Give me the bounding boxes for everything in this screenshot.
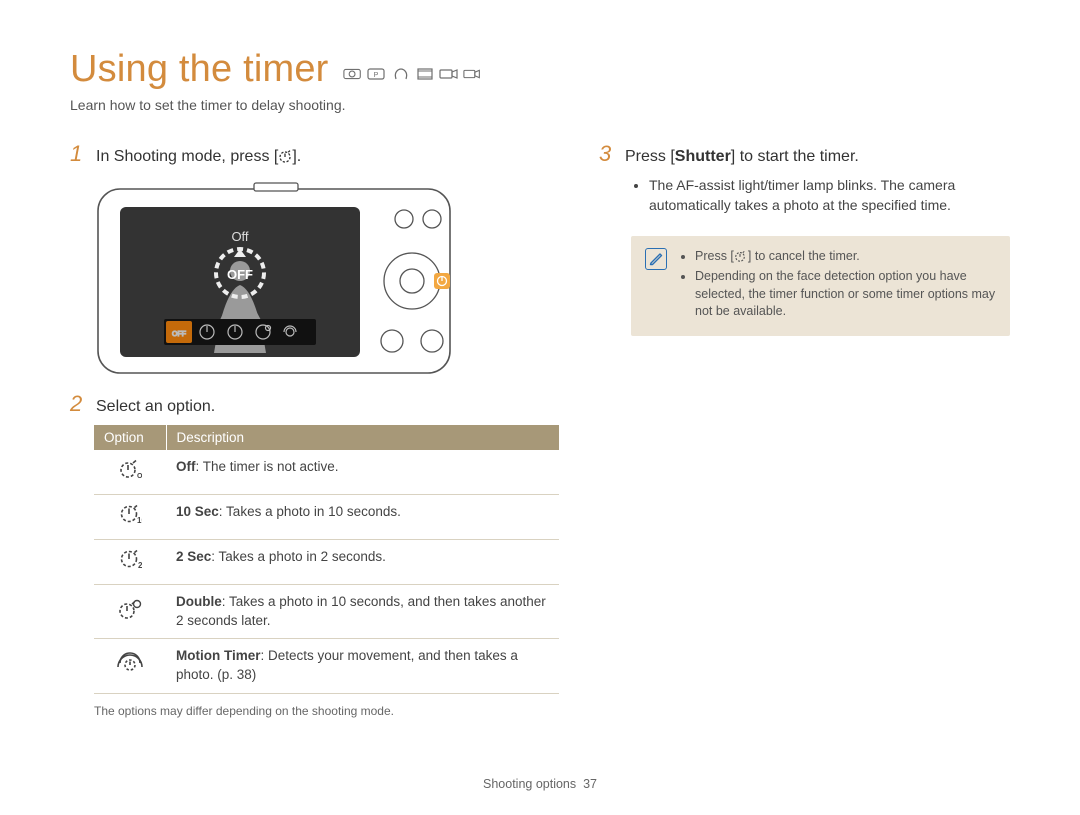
th-option: Option	[94, 425, 166, 450]
table-row: OFF Off: The timer is not active.	[94, 450, 559, 494]
options-table: Option Description OFF Off: The timer is…	[94, 425, 559, 694]
timer-double-icon	[117, 598, 143, 620]
step-3-text: Press [Shutter] to start the timer.	[625, 148, 859, 166]
page-title: Using the timer	[70, 48, 329, 91]
svg-text:2: 2	[138, 561, 142, 570]
info-box: Press [] to cancel the timer. Depending …	[631, 236, 1010, 336]
mode-smart-movie-icon	[463, 67, 483, 81]
th-description: Description	[166, 425, 559, 450]
mode-program-icon: P	[367, 67, 387, 81]
step-3-bullets: The AF-assist light/timer lamp blinks. T…	[631, 175, 1010, 216]
timer-10sec-icon: 10	[118, 503, 142, 525]
mode-scene-icon	[415, 67, 435, 81]
step-3: 3 Press [Shutter] to start the timer.	[599, 141, 1010, 167]
page-subtitle: Learn how to set the timer to delay shoo…	[70, 97, 1010, 113]
timer-motion-icon	[116, 652, 144, 674]
svg-text:OFF: OFF	[227, 267, 253, 282]
options-footnote: The options may differ depending on the …	[94, 704, 559, 718]
step-3-number: 3	[599, 141, 617, 167]
step-1-number: 1	[70, 141, 88, 167]
timer-off-icon: OFF	[118, 458, 142, 480]
mode-movie-icon	[439, 67, 459, 81]
title-row: Using the timer P	[70, 48, 1010, 91]
step-2: 2 Select an option.	[70, 391, 559, 417]
left-column: 1 In Shooting mode, press [].	[70, 137, 559, 718]
svg-text:OFF: OFF	[137, 473, 142, 480]
step-1: 1 In Shooting mode, press [].	[70, 141, 559, 167]
info-item: Press [] to cancel the timer.	[695, 248, 996, 266]
svg-text:OFF: OFF	[172, 331, 186, 338]
table-row: Motion Timer: Detects your movement, and…	[94, 639, 559, 694]
timer-icon	[734, 250, 748, 264]
table-row: Double: Takes a photo in 10 seconds, and…	[94, 584, 559, 639]
mode-dual-icon	[391, 67, 411, 81]
camera-illustration: Off OFF OFF	[94, 181, 454, 381]
mode-icons-row: P	[343, 67, 483, 81]
svg-text:P: P	[373, 72, 378, 79]
page-footer: Shooting options 37	[0, 777, 1080, 791]
step-3-bullet: The AF-assist light/timer lamp blinks. T…	[649, 175, 1006, 216]
step-2-text: Select an option.	[96, 398, 215, 416]
step-2-number: 2	[70, 391, 88, 417]
svg-text:10: 10	[137, 516, 142, 525]
info-item: Depending on the face detection option y…	[695, 268, 996, 321]
step-1-text: In Shooting mode, press [].	[96, 148, 301, 166]
table-row: 2 2 Sec: Takes a photo in 2 seconds.	[94, 539, 559, 584]
screen-selected-label: Off	[231, 229, 248, 244]
footer-page-number: 37	[583, 777, 597, 791]
note-icon	[645, 248, 667, 270]
timer-icon	[278, 149, 292, 163]
footer-section: Shooting options	[483, 777, 576, 791]
right-column: 3 Press [Shutter] to start the timer. Th…	[599, 137, 1010, 718]
mode-smart-icon	[343, 67, 363, 81]
timer-2sec-icon: 2	[118, 548, 142, 570]
table-row: 10 10 Sec: Takes a photo in 10 seconds.	[94, 494, 559, 539]
